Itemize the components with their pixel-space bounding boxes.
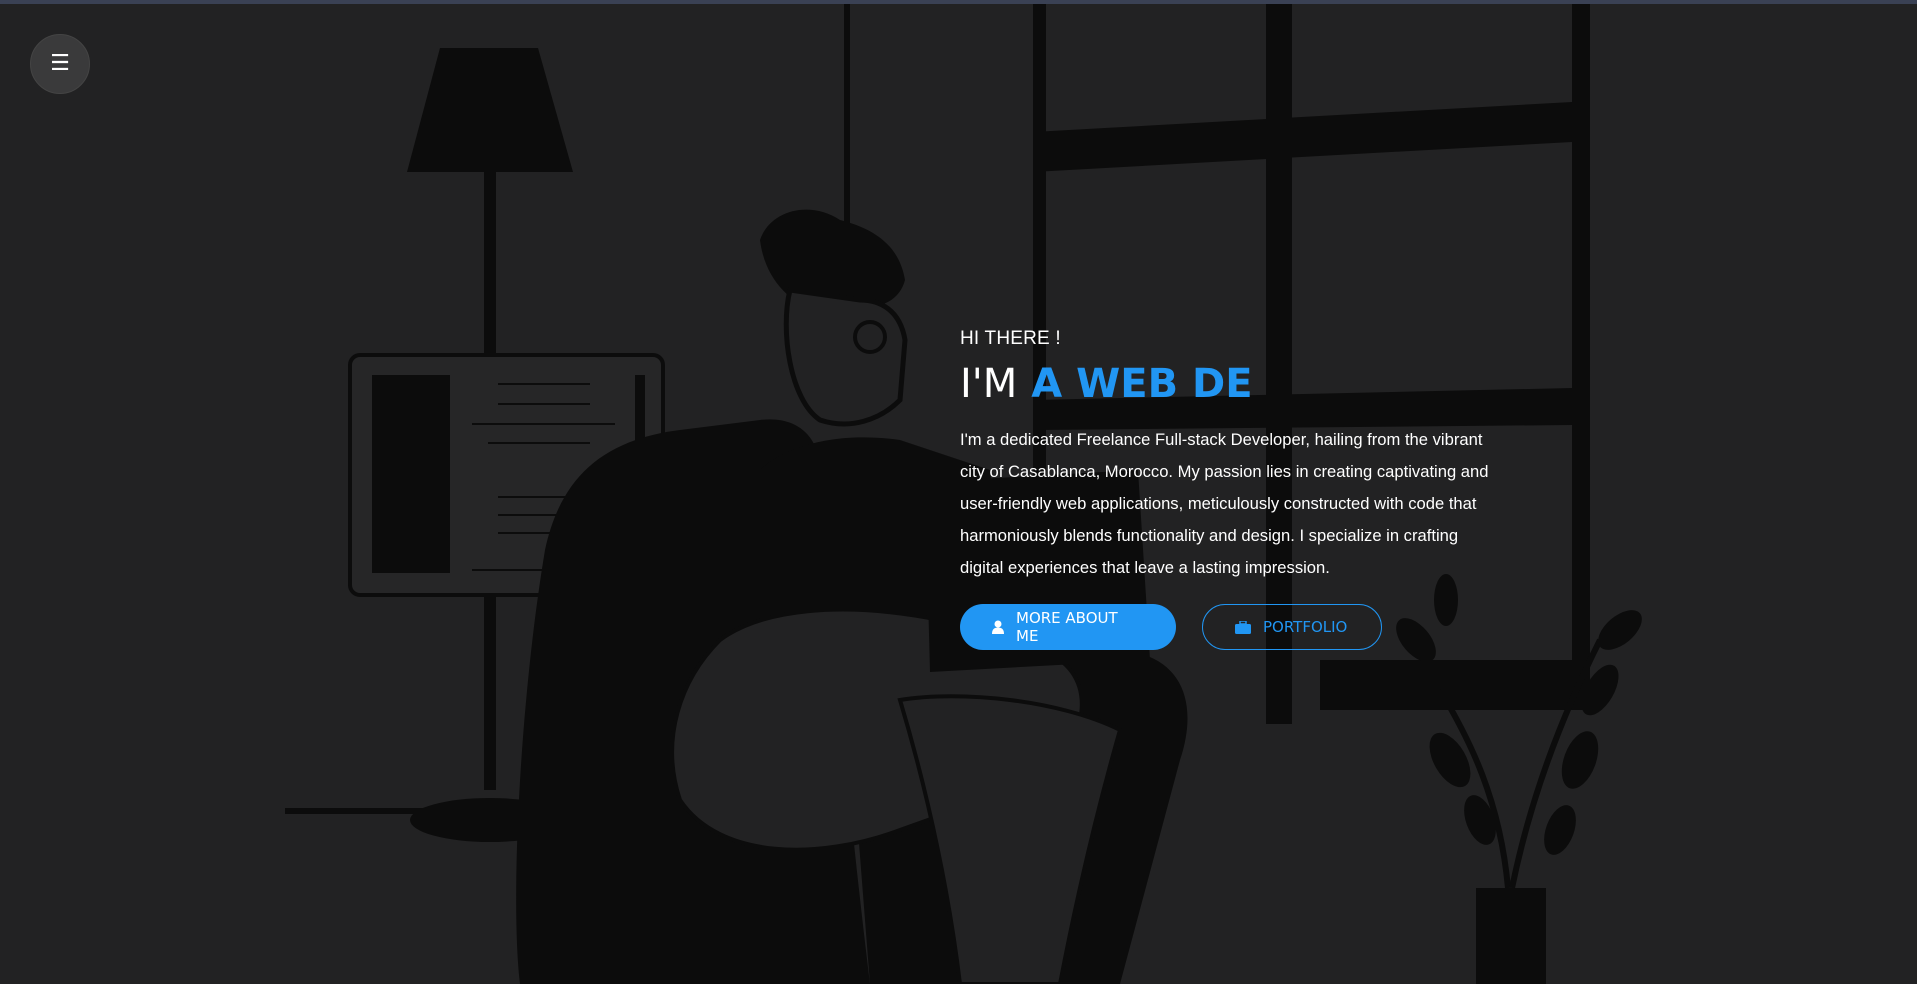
briefcase-icon — [1235, 620, 1251, 634]
menu-button[interactable]: ☰ — [30, 34, 90, 94]
user-icon — [992, 620, 1004, 634]
portfolio-button[interactable]: PORTFOLIO — [1202, 604, 1382, 650]
more-about-me-button[interactable]: MORE ABOUT ME — [960, 604, 1176, 650]
cta-buttons: MORE ABOUT ME PORTFOLIO — [960, 604, 1500, 650]
bio-paragraph: I'm a dedicated Freelance Full-stack Dev… — [960, 430, 1489, 577]
headline-typed: A WEB DE — [1031, 361, 1253, 407]
hero-section: HI THERE ! I'M A WEB DE I'm a dedicated … — [960, 328, 1500, 650]
hero-headline: I'M A WEB DE — [960, 364, 1500, 404]
greeting-text: HI THERE ! — [960, 328, 1061, 349]
more-about-me-label: MORE ABOUT ME — [1016, 609, 1118, 645]
portfolio-label: PORTFOLIO — [1263, 618, 1348, 636]
background-illustration — [285, 4, 1642, 984]
headline-static: I'M — [960, 361, 1018, 407]
hamburger-icon: ☰ — [50, 51, 70, 76]
